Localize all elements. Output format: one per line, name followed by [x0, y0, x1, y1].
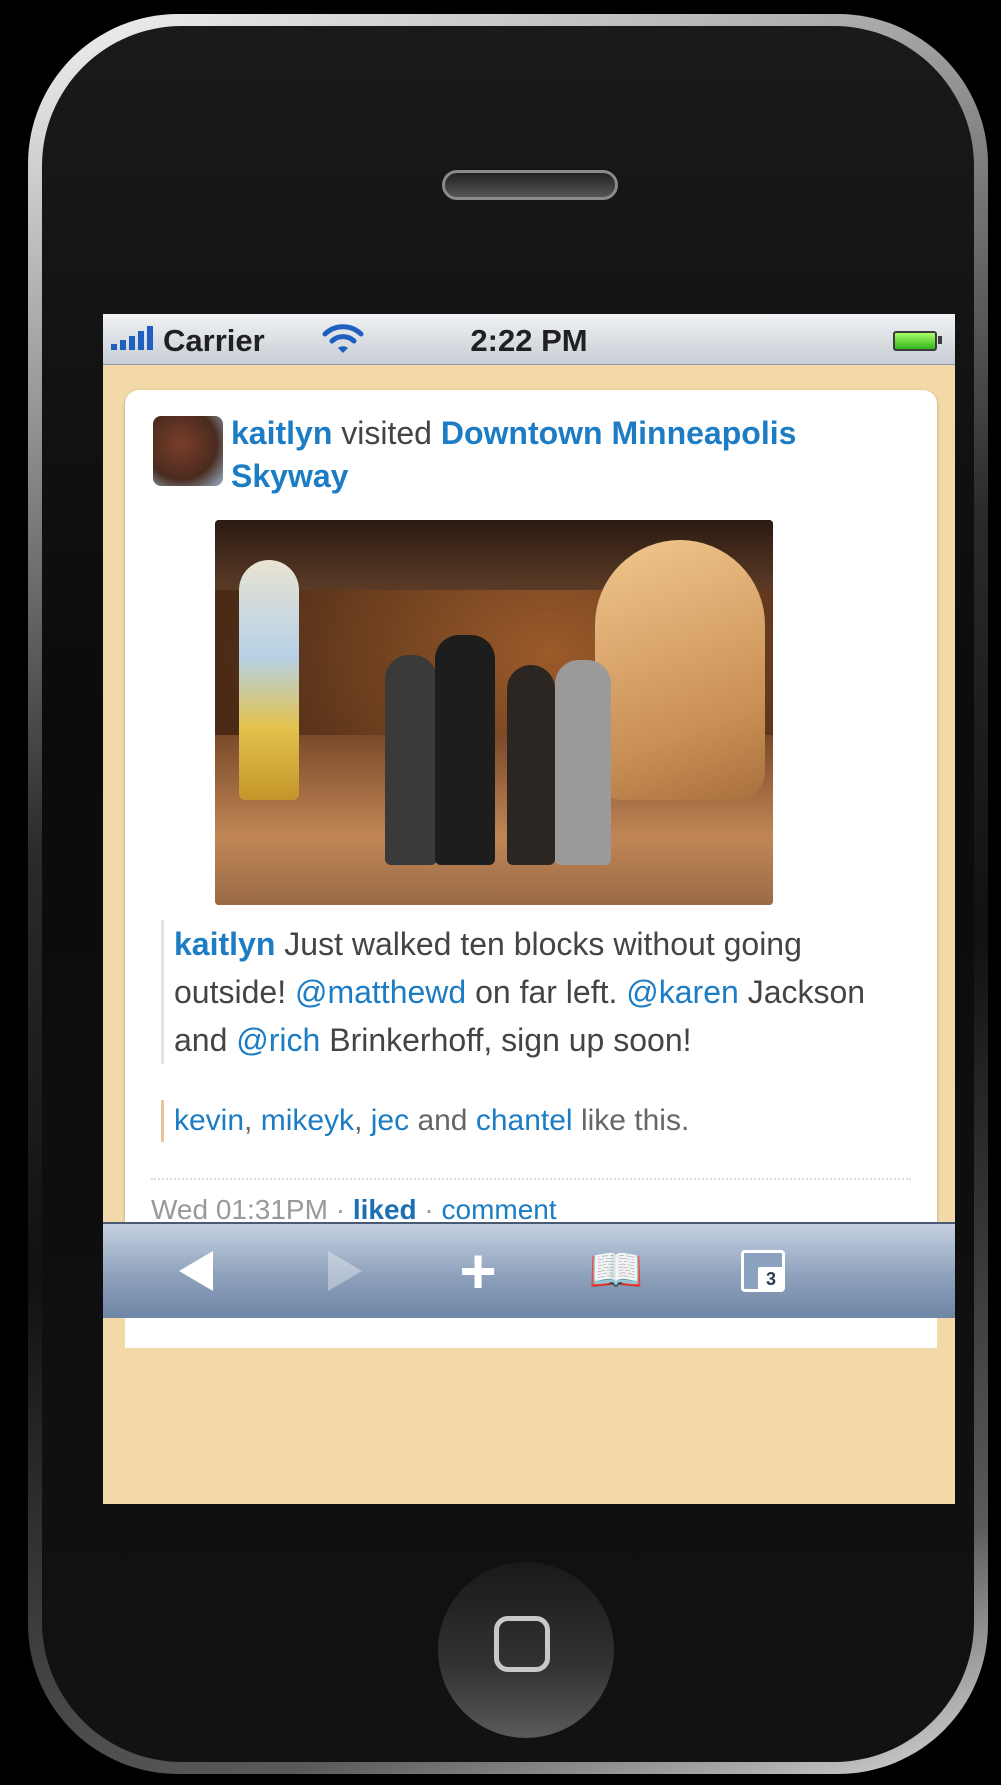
comment-link[interactable]: comment	[442, 1194, 557, 1225]
verb-text: visited	[341, 415, 432, 451]
photo-person	[385, 655, 437, 865]
plus-icon[interactable]: +	[443, 1236, 513, 1306]
liked-link[interactable]: liked	[353, 1194, 417, 1225]
liker-link[interactable]: mikeyk	[261, 1104, 354, 1137]
comment-text: Brinkerhoff, sign up soon!	[329, 1022, 692, 1058]
likes-line: kevin, mikeyk, jec and chantel like this…	[161, 1100, 904, 1142]
feed-card: kaitlyn visited Downtown Minneapolis Sky…	[125, 390, 937, 1266]
pages-icon[interactable]: 3	[728, 1236, 798, 1306]
actor-link[interactable]: kaitlyn	[231, 415, 332, 451]
pages-stack: 3	[741, 1250, 785, 1292]
home-button[interactable]	[438, 1562, 614, 1738]
earpiece-speaker	[442, 170, 618, 200]
battery-icon	[893, 331, 942, 351]
comment-author-link[interactable]: kaitlyn	[174, 926, 275, 962]
photo-glove-display	[595, 540, 765, 800]
timestamp: Wed 01:31PM	[151, 1194, 328, 1225]
post-comment: kaitlyn Just walked ten blocks without g…	[161, 920, 904, 1064]
mention-link[interactable]: @matthewd	[295, 974, 466, 1010]
post-photo[interactable]	[215, 520, 773, 905]
mention-link[interactable]: @rich	[236, 1022, 320, 1058]
divider	[151, 1178, 911, 1180]
photo-person	[435, 635, 495, 865]
likes-suffix-text: like this.	[580, 1104, 690, 1137]
avatar[interactable]	[153, 416, 223, 486]
status-bar: Carrier 2:22 PM	[103, 314, 955, 365]
photo-person	[507, 665, 555, 865]
separator: ·	[424, 1194, 434, 1225]
home-square-icon	[494, 1616, 550, 1672]
separator: ·	[335, 1194, 346, 1225]
screen: Carrier 2:22 PM kaitlyn visited Downtown…	[103, 314, 955, 1504]
activity-headline: kaitlyn visited Downtown Minneapolis Sky…	[231, 412, 921, 498]
photo-person	[555, 660, 611, 865]
comment-text: on far left.	[475, 974, 618, 1010]
browser-toolbar: + 📖 3	[103, 1222, 955, 1318]
back-arrow-icon[interactable]	[161, 1236, 231, 1306]
liker-link[interactable]: jec	[371, 1104, 409, 1137]
liker-link[interactable]: kevin	[174, 1104, 244, 1137]
liker-link[interactable]: chantel	[476, 1104, 573, 1137]
bookmarks-book-icon[interactable]: 📖	[581, 1236, 651, 1306]
photo-bat-display	[239, 560, 299, 800]
forward-arrow-icon[interactable]	[310, 1236, 380, 1306]
mention-link[interactable]: @karen	[626, 974, 739, 1010]
likes-and-text: and	[417, 1104, 468, 1137]
clock: 2:22 PM	[470, 323, 588, 358]
pages-count: 3	[758, 1267, 784, 1291]
